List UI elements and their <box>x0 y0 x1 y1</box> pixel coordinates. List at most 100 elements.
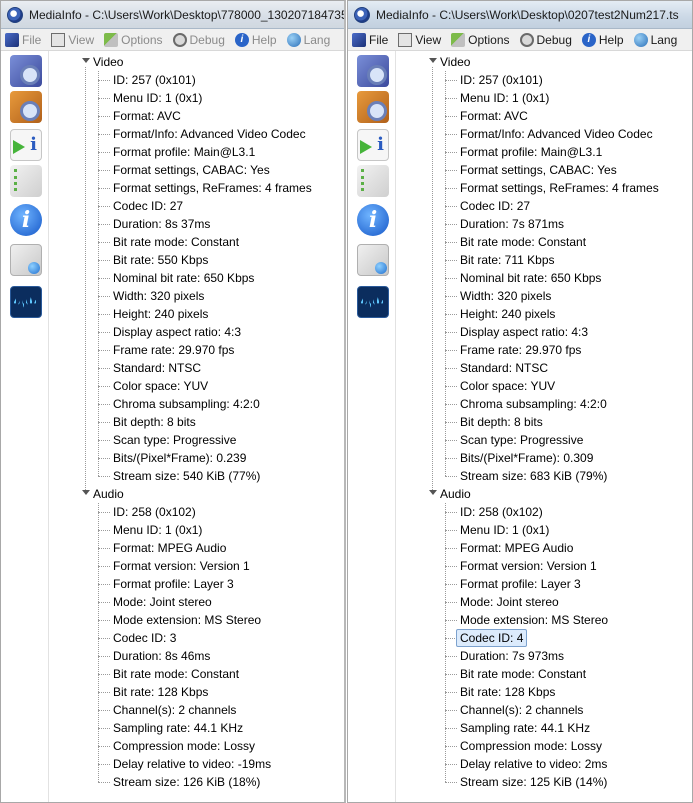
property-row[interactable]: Bit rate mode: Constant <box>53 233 344 251</box>
property-row[interactable]: Scan type: Progressive <box>53 431 344 449</box>
title-bar[interactable]: MediaInfo - C:\Users\Work\Desktop\778000… <box>1 1 344 29</box>
property-row[interactable]: Format: MPEG Audio <box>400 539 692 557</box>
open-file-icon[interactable] <box>10 55 42 87</box>
web-icon[interactable] <box>357 244 389 276</box>
property-row[interactable]: Duration: 7s 871ms <box>400 215 692 233</box>
property-row[interactable]: Compression mode: Lossy <box>400 737 692 755</box>
property-row[interactable]: Codec ID: 27 <box>400 197 692 215</box>
property-row[interactable]: Frame rate: 29.970 fps <box>53 341 344 359</box>
property-row[interactable]: Bit rate mode: Constant <box>400 233 692 251</box>
waveform-icon[interactable] <box>357 286 389 318</box>
property-row[interactable]: Color space: YUV <box>400 377 692 395</box>
menu-options[interactable]: Options <box>104 32 163 47</box>
property-row[interactable]: Format: AVC <box>400 107 692 125</box>
property-row[interactable]: Delay relative to video: -19ms <box>53 755 344 773</box>
property-row[interactable]: Format settings, CABAC: Yes <box>400 161 692 179</box>
property-row[interactable]: Stream size: 126 KiB (18%) <box>53 773 344 791</box>
property-row[interactable]: Format settings, CABAC: Yes <box>53 161 344 179</box>
menu-view[interactable]: View <box>51 32 94 47</box>
property-row[interactable]: Bit rate: 550 Kbps <box>53 251 344 269</box>
property-row[interactable]: Nominal bit rate: 650 Kbps <box>400 269 692 287</box>
property-row[interactable]: Mode: Joint stereo <box>400 593 692 611</box>
menu-help[interactable]: i Help <box>581 32 624 47</box>
property-row[interactable]: Duration: 8s 37ms <box>53 215 344 233</box>
property-row[interactable]: Standard: NTSC <box>400 359 692 377</box>
property-row[interactable]: Bit rate mode: Constant <box>53 665 344 683</box>
title-bar[interactable]: MediaInfo - C:\Users\Work\Desktop\0207te… <box>348 1 692 29</box>
property-row[interactable]: Codec ID: 27 <box>53 197 344 215</box>
property-row[interactable]: Mode extension: MS Stereo <box>400 611 692 629</box>
property-row[interactable]: Bit depth: 8 bits <box>400 413 692 431</box>
preferences-icon[interactable] <box>357 165 389 197</box>
property-row[interactable]: ID: 257 (0x101) <box>53 71 344 89</box>
property-row[interactable]: Display aspect ratio: 4:3 <box>400 323 692 341</box>
menu-view[interactable]: View <box>398 32 441 47</box>
property-row[interactable]: Format profile: Layer 3 <box>53 575 344 593</box>
property-row[interactable]: Compression mode: Lossy <box>53 737 344 755</box>
property-row[interactable]: Mode extension: MS Stereo <box>53 611 344 629</box>
property-row[interactable]: Chroma subsampling: 4:2:0 <box>53 395 344 413</box>
property-row[interactable]: Menu ID: 1 (0x1) <box>400 521 692 539</box>
property-row[interactable]: Menu ID: 1 (0x1) <box>53 521 344 539</box>
property-row[interactable]: ID: 258 (0x102) <box>400 503 692 521</box>
property-row[interactable]: Bit rate: 128 Kbps <box>400 683 692 701</box>
property-row[interactable]: Format profile: Main@L3.1 <box>53 143 344 161</box>
open-folder-icon[interactable] <box>10 91 42 123</box>
property-row[interactable]: Mode: Joint stereo <box>53 593 344 611</box>
export-icon[interactable] <box>10 129 42 161</box>
menu-file[interactable]: File <box>5 32 41 47</box>
open-file-icon[interactable] <box>357 55 389 87</box>
section-video[interactable]: Video <box>53 53 344 71</box>
property-row[interactable]: Color space: YUV <box>53 377 344 395</box>
property-row[interactable]: Menu ID: 1 (0x1) <box>400 89 692 107</box>
property-row[interactable]: Standard: NTSC <box>53 359 344 377</box>
about-icon[interactable] <box>357 204 389 236</box>
section-audio[interactable]: Audio <box>400 485 692 503</box>
menu-lang[interactable]: Lang <box>633 32 677 47</box>
menu-file[interactable]: File <box>352 32 388 47</box>
export-icon[interactable] <box>357 129 389 161</box>
menu-debug[interactable]: Debug <box>519 32 572 47</box>
collapse-arrow-icon[interactable] <box>429 490 437 495</box>
menu-help[interactable]: i Help <box>234 32 277 47</box>
collapse-arrow-icon[interactable] <box>429 58 437 63</box>
section-audio[interactable]: Audio <box>53 485 344 503</box>
property-row[interactable]: Channel(s): 2 channels <box>400 701 692 719</box>
preferences-icon[interactable] <box>10 165 42 197</box>
property-row[interactable]: Scan type: Progressive <box>400 431 692 449</box>
property-row[interactable]: Format: MPEG Audio <box>53 539 344 557</box>
property-row[interactable]: ID: 258 (0x102) <box>53 503 344 521</box>
property-row[interactable]: Bit depth: 8 bits <box>53 413 344 431</box>
property-row[interactable]: Format version: Version 1 <box>400 557 692 575</box>
property-row[interactable]: Width: 320 pixels <box>400 287 692 305</box>
menu-debug[interactable]: Debug <box>172 32 225 47</box>
property-row[interactable]: Frame rate: 29.970 fps <box>400 341 692 359</box>
collapse-arrow-icon[interactable] <box>82 490 90 495</box>
property-row[interactable]: Stream size: 683 KiB (79%) <box>400 467 692 485</box>
property-row[interactable]: Chroma subsampling: 4:2:0 <box>400 395 692 413</box>
menu-options[interactable]: Options <box>451 32 510 47</box>
property-row[interactable]: Codec ID: 3 <box>53 629 344 647</box>
property-row[interactable]: Format settings, ReFrames: 4 frames <box>53 179 344 197</box>
property-row[interactable]: Sampling rate: 44.1 KHz <box>53 719 344 737</box>
property-row[interactable]: Width: 320 pixels <box>53 287 344 305</box>
property-row[interactable]: Duration: 8s 46ms <box>53 647 344 665</box>
property-row[interactable]: Format profile: Layer 3 <box>400 575 692 593</box>
property-row[interactable]: Channel(s): 2 channels <box>53 701 344 719</box>
property-row[interactable]: Height: 240 pixels <box>53 305 344 323</box>
web-icon[interactable] <box>10 244 42 276</box>
property-row[interactable]: Format version: Version 1 <box>53 557 344 575</box>
property-row[interactable]: Format: AVC <box>53 107 344 125</box>
property-row[interactable]: Format profile: Main@L3.1 <box>400 143 692 161</box>
property-row[interactable]: Stream size: 125 KiB (14%) <box>400 773 692 791</box>
property-row[interactable]: Duration: 7s 973ms <box>400 647 692 665</box>
property-row[interactable]: Bits/(Pixel*Frame): 0.239 <box>53 449 344 467</box>
property-row[interactable]: Nominal bit rate: 650 Kbps <box>53 269 344 287</box>
menu-lang[interactable]: Lang <box>286 32 330 47</box>
property-row[interactable]: Bit rate: 128 Kbps <box>53 683 344 701</box>
property-row[interactable]: Display aspect ratio: 4:3 <box>53 323 344 341</box>
open-folder-icon[interactable] <box>357 91 389 123</box>
section-video[interactable]: Video <box>400 53 692 71</box>
collapse-arrow-icon[interactable] <box>82 58 90 63</box>
property-row[interactable]: Bit rate mode: Constant <box>400 665 692 683</box>
